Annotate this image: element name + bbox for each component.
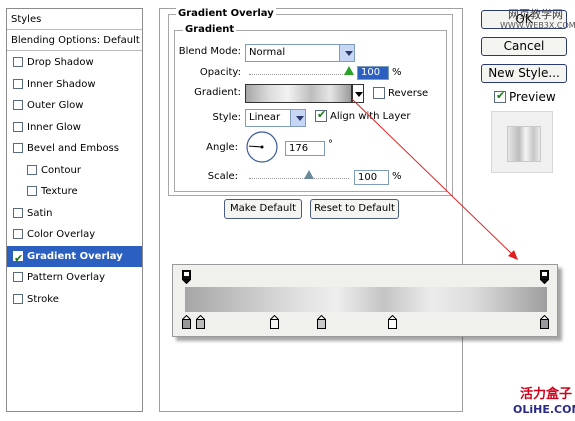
color-stop-4[interactable] — [317, 315, 326, 329]
color-stop-2[interactable] — [196, 315, 205, 329]
color-stop-5[interactable] — [388, 315, 397, 329]
opacity-stop-left[interactable] — [182, 270, 191, 284]
color-stop-1[interactable] — [182, 315, 191, 329]
callout-arrow — [351, 98, 518, 260]
gradient-bar[interactable] — [185, 287, 547, 312]
color-stop-3[interactable] — [270, 315, 279, 329]
watermark-bottom-url: OLiHE.COM — [513, 403, 575, 416]
color-stop-6[interactable] — [540, 315, 549, 329]
opacity-stop-right[interactable] — [540, 270, 549, 284]
watermark-bottom: 活力盒子 — [520, 387, 573, 402]
